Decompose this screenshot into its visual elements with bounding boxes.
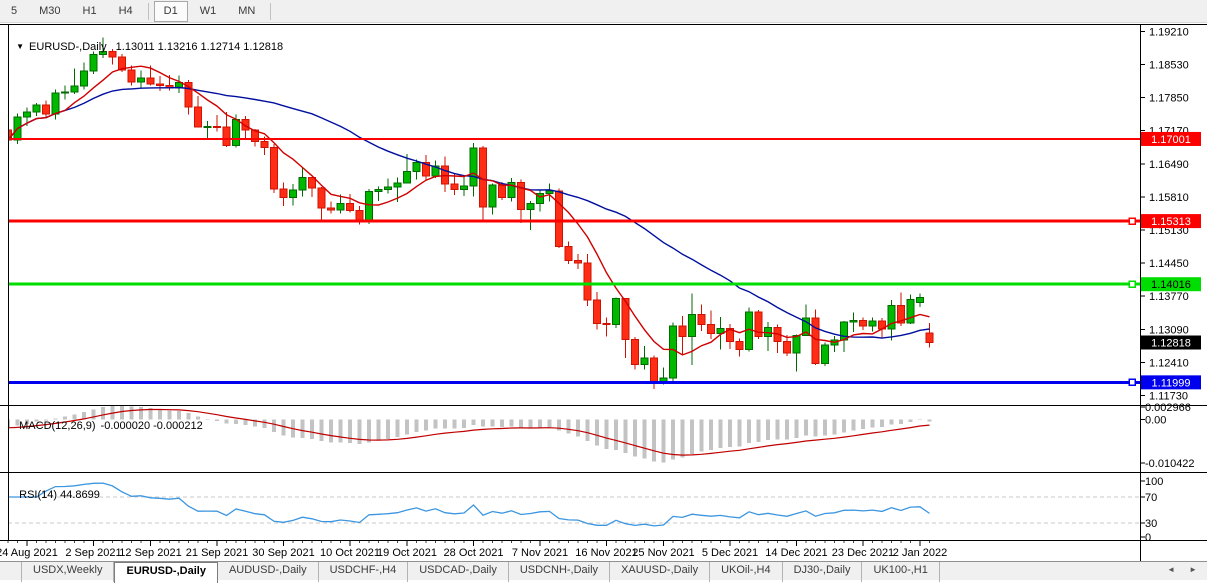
price-badge-1.11999: 1.11999 [1141,375,1201,389]
price-tick-label: 1.17850 [1149,93,1189,105]
date-label: 23 Dec 2021 [832,547,894,559]
price-tick-label: 1.11730 [1149,390,1188,402]
rsi-indicator-label: RSI(14) 44.8699 [13,477,100,501]
tab-scroll-left-icon[interactable]: ◄ [1167,565,1175,574]
date-label: 25 Nov 2021 [632,547,694,559]
rsi-tick-label: 0 [1145,532,1151,544]
macd-indicator-label: MACD(12,26,9) -0.000020 -0.000212 [13,408,203,432]
chart-tab-usdcnh-daily[interactable]: USDCNH-,Daily [509,562,610,582]
rsi-line [8,483,930,526]
chart-title: ▼ EURUSD-,Daily 1.13011 1.13216 1.12714 1.… [10,29,283,54]
macd-tick-label: 0.002966 [1145,402,1191,414]
date-label: 12 Sep 2021 [119,547,181,559]
symbol-dropdown-icon[interactable]: ▼ [16,42,24,51]
chart-symbol-period: EURUSD-,Daily [29,41,107,53]
svg-text:1.14016: 1.14016 [1151,279,1191,291]
rsi-tick-label: 100 [1145,476,1163,488]
price-badge-1.14016: 1.14016 [1141,277,1201,291]
chart-tab-bar: USDX,WeeklyEURUSD-,DailyAUDUSD-,DailyUSD… [0,561,1207,580]
ma-slow-line[interactable] [8,88,930,339]
rsi-name: RSI(14) 44.8699 [19,489,100,501]
pane-borders [0,24,1207,561]
chart-tab-xauusd-daily[interactable]: XAUUSD-,Daily [610,562,710,582]
macd-tick-label: 0.00 [1145,414,1166,426]
price-tick-label: 1.15810 [1149,192,1189,204]
svg-text:1.17001: 1.17001 [1151,134,1191,146]
chart-ohlc-values: 1.13011 1.13216 1.12714 1.12818 [116,41,283,53]
rsi-tick-label: 30 [1145,518,1157,530]
price-badge-1.15313: 1.15313 [1141,214,1201,228]
rsi-tick-label: 70 [1145,492,1157,504]
chart-tab-ukoil-h4[interactable]: UKOil-,H4 [710,562,783,582]
chart-tab-usdcad-daily[interactable]: USDCAD-,Daily [408,562,509,582]
chart-tab-dj30-daily[interactable]: DJ30-,Daily [783,562,863,582]
date-axis[interactable] [8,541,930,546]
price-tick-label: 1.14450 [1149,258,1189,270]
date-label: 28 Oct 2021 [444,547,504,559]
price-tick-label: 1.19210 [1149,26,1189,38]
price-tick-label: 1.12410 [1149,357,1189,369]
svg-text:1.11999: 1.11999 [1152,377,1191,389]
date-label: 2 Sep 2021 [65,547,121,559]
price-chart-svg[interactable]: 1.192101.185301.178501.171701.164901.158… [0,0,1207,561]
chart-area[interactable]: 1.192101.185301.178501.171701.164901.158… [0,0,1207,561]
current-price-badge: 1.12818 [1141,336,1201,350]
date-label: 2 Jan 2022 [893,547,947,559]
date-label: 30 Sep 2021 [252,547,314,559]
hline-handle-1.14016[interactable] [1129,281,1135,287]
price-tick-label: 1.18530 [1149,60,1189,72]
chart-tab-usdchf-h4[interactable]: USDCHF-,H4 [319,562,409,582]
svg-text:1.15313: 1.15313 [1151,216,1191,228]
price-tick-label: 1.13090 [1149,324,1189,336]
ma-fast-line[interactable] [8,66,930,355]
hline-handle-1.11999[interactable] [1129,379,1135,385]
date-label: 19 Oct 2021 [377,547,437,559]
chart-tab-uk100-h1[interactable]: UK100-,H1 [862,562,939,582]
chart-tab-audusd-daily[interactable]: AUDUSD-,Daily [218,562,319,582]
macd-name: MACD(12,26,9) [19,420,95,432]
macd-tick-label: -0.010422 [1145,458,1195,470]
mt4-chart-window: { "toolbar": { "periods": [ {"label": "5… [0,0,1207,580]
date-label: 16 Nov 2021 [575,547,637,559]
date-label: 14 Dec 2021 [765,547,827,559]
date-label: 10 Oct 2021 [320,547,380,559]
macd-values: -0.000020 -0.000212 [101,420,203,432]
hline-handle-1.15313[interactable] [1129,218,1135,224]
chart-tab-usdx-weekly[interactable]: USDX,Weekly [21,562,114,582]
date-label: 24 Aug 2021 [0,547,58,559]
price-tick-label: 1.16490 [1149,159,1189,171]
tab-scroll-arrows: ◄► [1167,562,1207,574]
price-badge-1.17001: 1.17001 [1141,132,1201,146]
date-label: 7 Nov 2021 [512,547,568,559]
date-label: 5 Dec 2021 [702,547,758,559]
tab-scroll-right-icon[interactable]: ► [1189,565,1197,574]
price-tick-label: 1.13770 [1149,291,1189,303]
svg-text:1.12818: 1.12818 [1151,338,1191,350]
date-label: 21 Sep 2021 [186,547,248,559]
